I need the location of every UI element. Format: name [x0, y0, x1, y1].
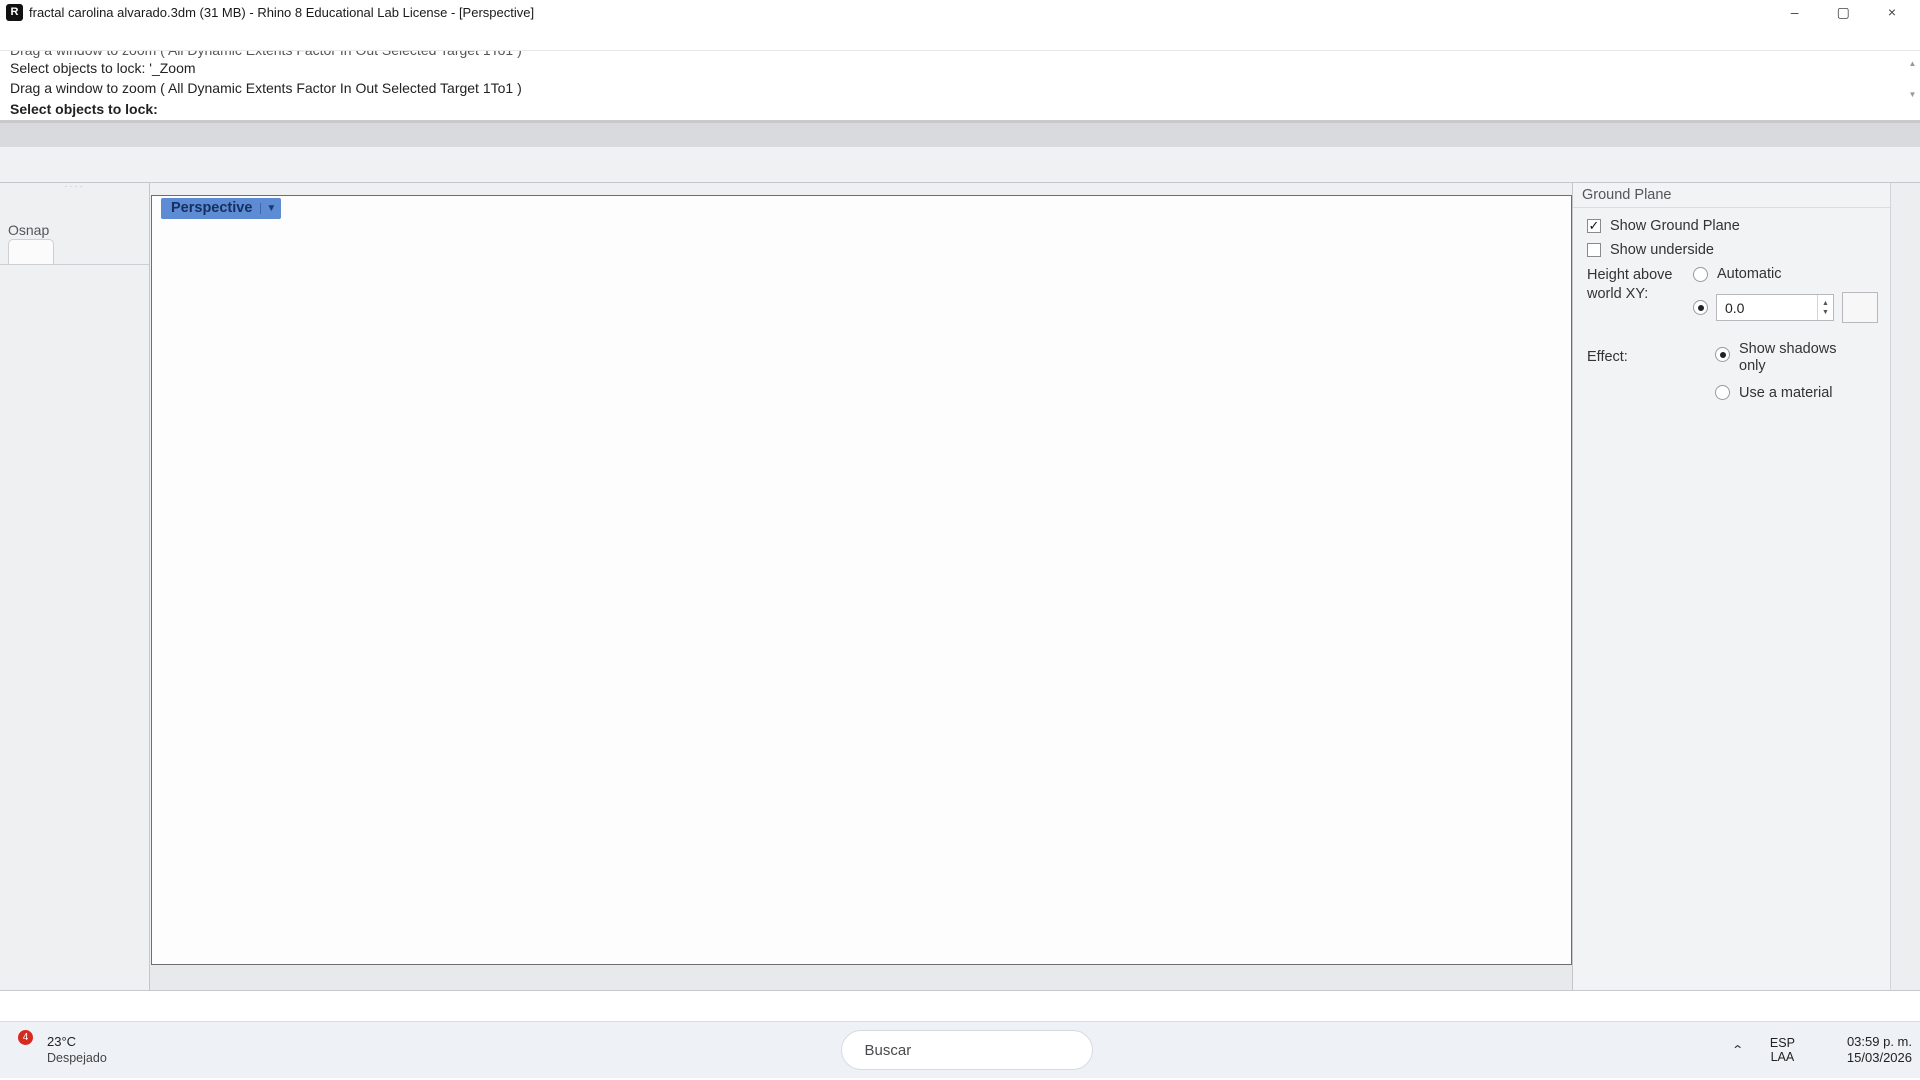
status-bar [0, 990, 1920, 1021]
weather-badge: 4 [18, 1030, 33, 1045]
maximize-button[interactable]: ▢ [1837, 5, 1850, 19]
windows-taskbar: 4 23°C Despejado Buscar ⌃ ESPLAA 03:59 p… [0, 1021, 1920, 1078]
viewport-column: Perspective ▼ [150, 183, 1572, 990]
perspective-viewport[interactable]: Perspective ▼ [151, 195, 1572, 965]
height-input[interactable]: 0.0 ▲▼ [1716, 294, 1834, 321]
search-placeholder: Buscar [865, 1042, 1076, 1059]
osnap-title: Osnap [8, 222, 49, 238]
close-button[interactable]: × [1888, 5, 1896, 19]
osnap-panel: Osnap [0, 221, 149, 270]
search-box[interactable]: Buscar [841, 1030, 1093, 1070]
viewport-menu-arrow-icon[interactable]: ▼ [260, 203, 281, 214]
tool-palette [0, 191, 149, 195]
panel-title: Ground Plane [1582, 187, 1671, 203]
command-scrollbar[interactable]: ▲▼ [1907, 59, 1918, 99]
command-history-line[interactable]: Drag a window to zoom ( All Dynamic Exte… [0, 78, 1920, 98]
height-spinner[interactable]: ▲▼ [1817, 295, 1833, 320]
panel-icon-strip [1890, 183, 1920, 990]
show-shadows-label: Show shadows only [1739, 341, 1849, 375]
command-area[interactable]: Drag a window to zoom ( All Dynamic Exte… [0, 51, 1920, 122]
rhino-app-logo-icon: R [6, 4, 23, 21]
viewport-title-chip[interactable]: Perspective ▼ [161, 198, 281, 219]
main-toolbar [0, 147, 1920, 183]
pick-height-button[interactable] [1842, 292, 1878, 323]
manual-height-radio[interactable] [1693, 300, 1708, 315]
toolbar-tab-row [0, 122, 1920, 147]
show-ground-plane-label: Show Ground Plane [1610, 218, 1740, 234]
automatic-label: Automatic [1717, 266, 1781, 282]
weather-widget[interactable]: 4 23°C Despejado [10, 1034, 107, 1066]
viewport-tabs [150, 965, 1572, 990]
weather-icon: 4 [10, 1034, 40, 1066]
effect-label: Effect: [1587, 341, 1715, 401]
show-underside-label: Show underside [1610, 242, 1714, 258]
automatic-radio[interactable] [1693, 267, 1708, 282]
height-above-label: Height above world XY: [1587, 266, 1693, 323]
left-sidebar: ···· Osnap [0, 183, 150, 990]
window-title: fractal carolina alvarado.3dm (31 MB) - … [29, 5, 534, 20]
command-prompt[interactable]: Select objects to lock: [0, 98, 1920, 120]
palette-drag-handle[interactable]: ···· [0, 183, 149, 191]
language-indicator[interactable]: ESPLAA [1770, 1036, 1795, 1064]
osnap-filter-tab[interactable] [58, 239, 104, 264]
tray-chevron-icon[interactable]: ⌃ [1731, 1043, 1744, 1057]
use-material-label: Use a material [1739, 385, 1832, 401]
ground-plane-panel: Ground Plane ✓ Show Ground Plane Show un… [1572, 183, 1890, 990]
weather-condition: Despejado [47, 1050, 107, 1066]
use-material-radio[interactable] [1715, 385, 1730, 400]
show-ground-plane-checkbox[interactable]: ✓ [1587, 219, 1601, 233]
clock[interactable]: 03:59 p. m.15/03/2026 [1847, 1034, 1912, 1066]
title-bar: R fractal carolina alvarado.3dm (31 MB) … [0, 0, 1920, 24]
show-underside-checkbox[interactable] [1587, 243, 1601, 257]
menu-bar [0, 24, 1920, 51]
fractal-flower-model [152, 196, 1571, 964]
show-shadows-radio[interactable] [1715, 347, 1730, 362]
weather-temp: 23°C [47, 1034, 107, 1050]
osnap-tab[interactable] [8, 239, 54, 264]
minimize-button[interactable]: – [1791, 5, 1799, 19]
system-tray: ⌃ ESPLAA 03:59 p. m.15/03/2026 [1731, 1034, 1912, 1066]
command-history-clipped: Drag a window to zoom ( All Dynamic Exte… [0, 51, 1920, 58]
command-history-line: Select objects to lock: '_Zoom [0, 58, 1920, 78]
start-button[interactable] [792, 1030, 832, 1070]
